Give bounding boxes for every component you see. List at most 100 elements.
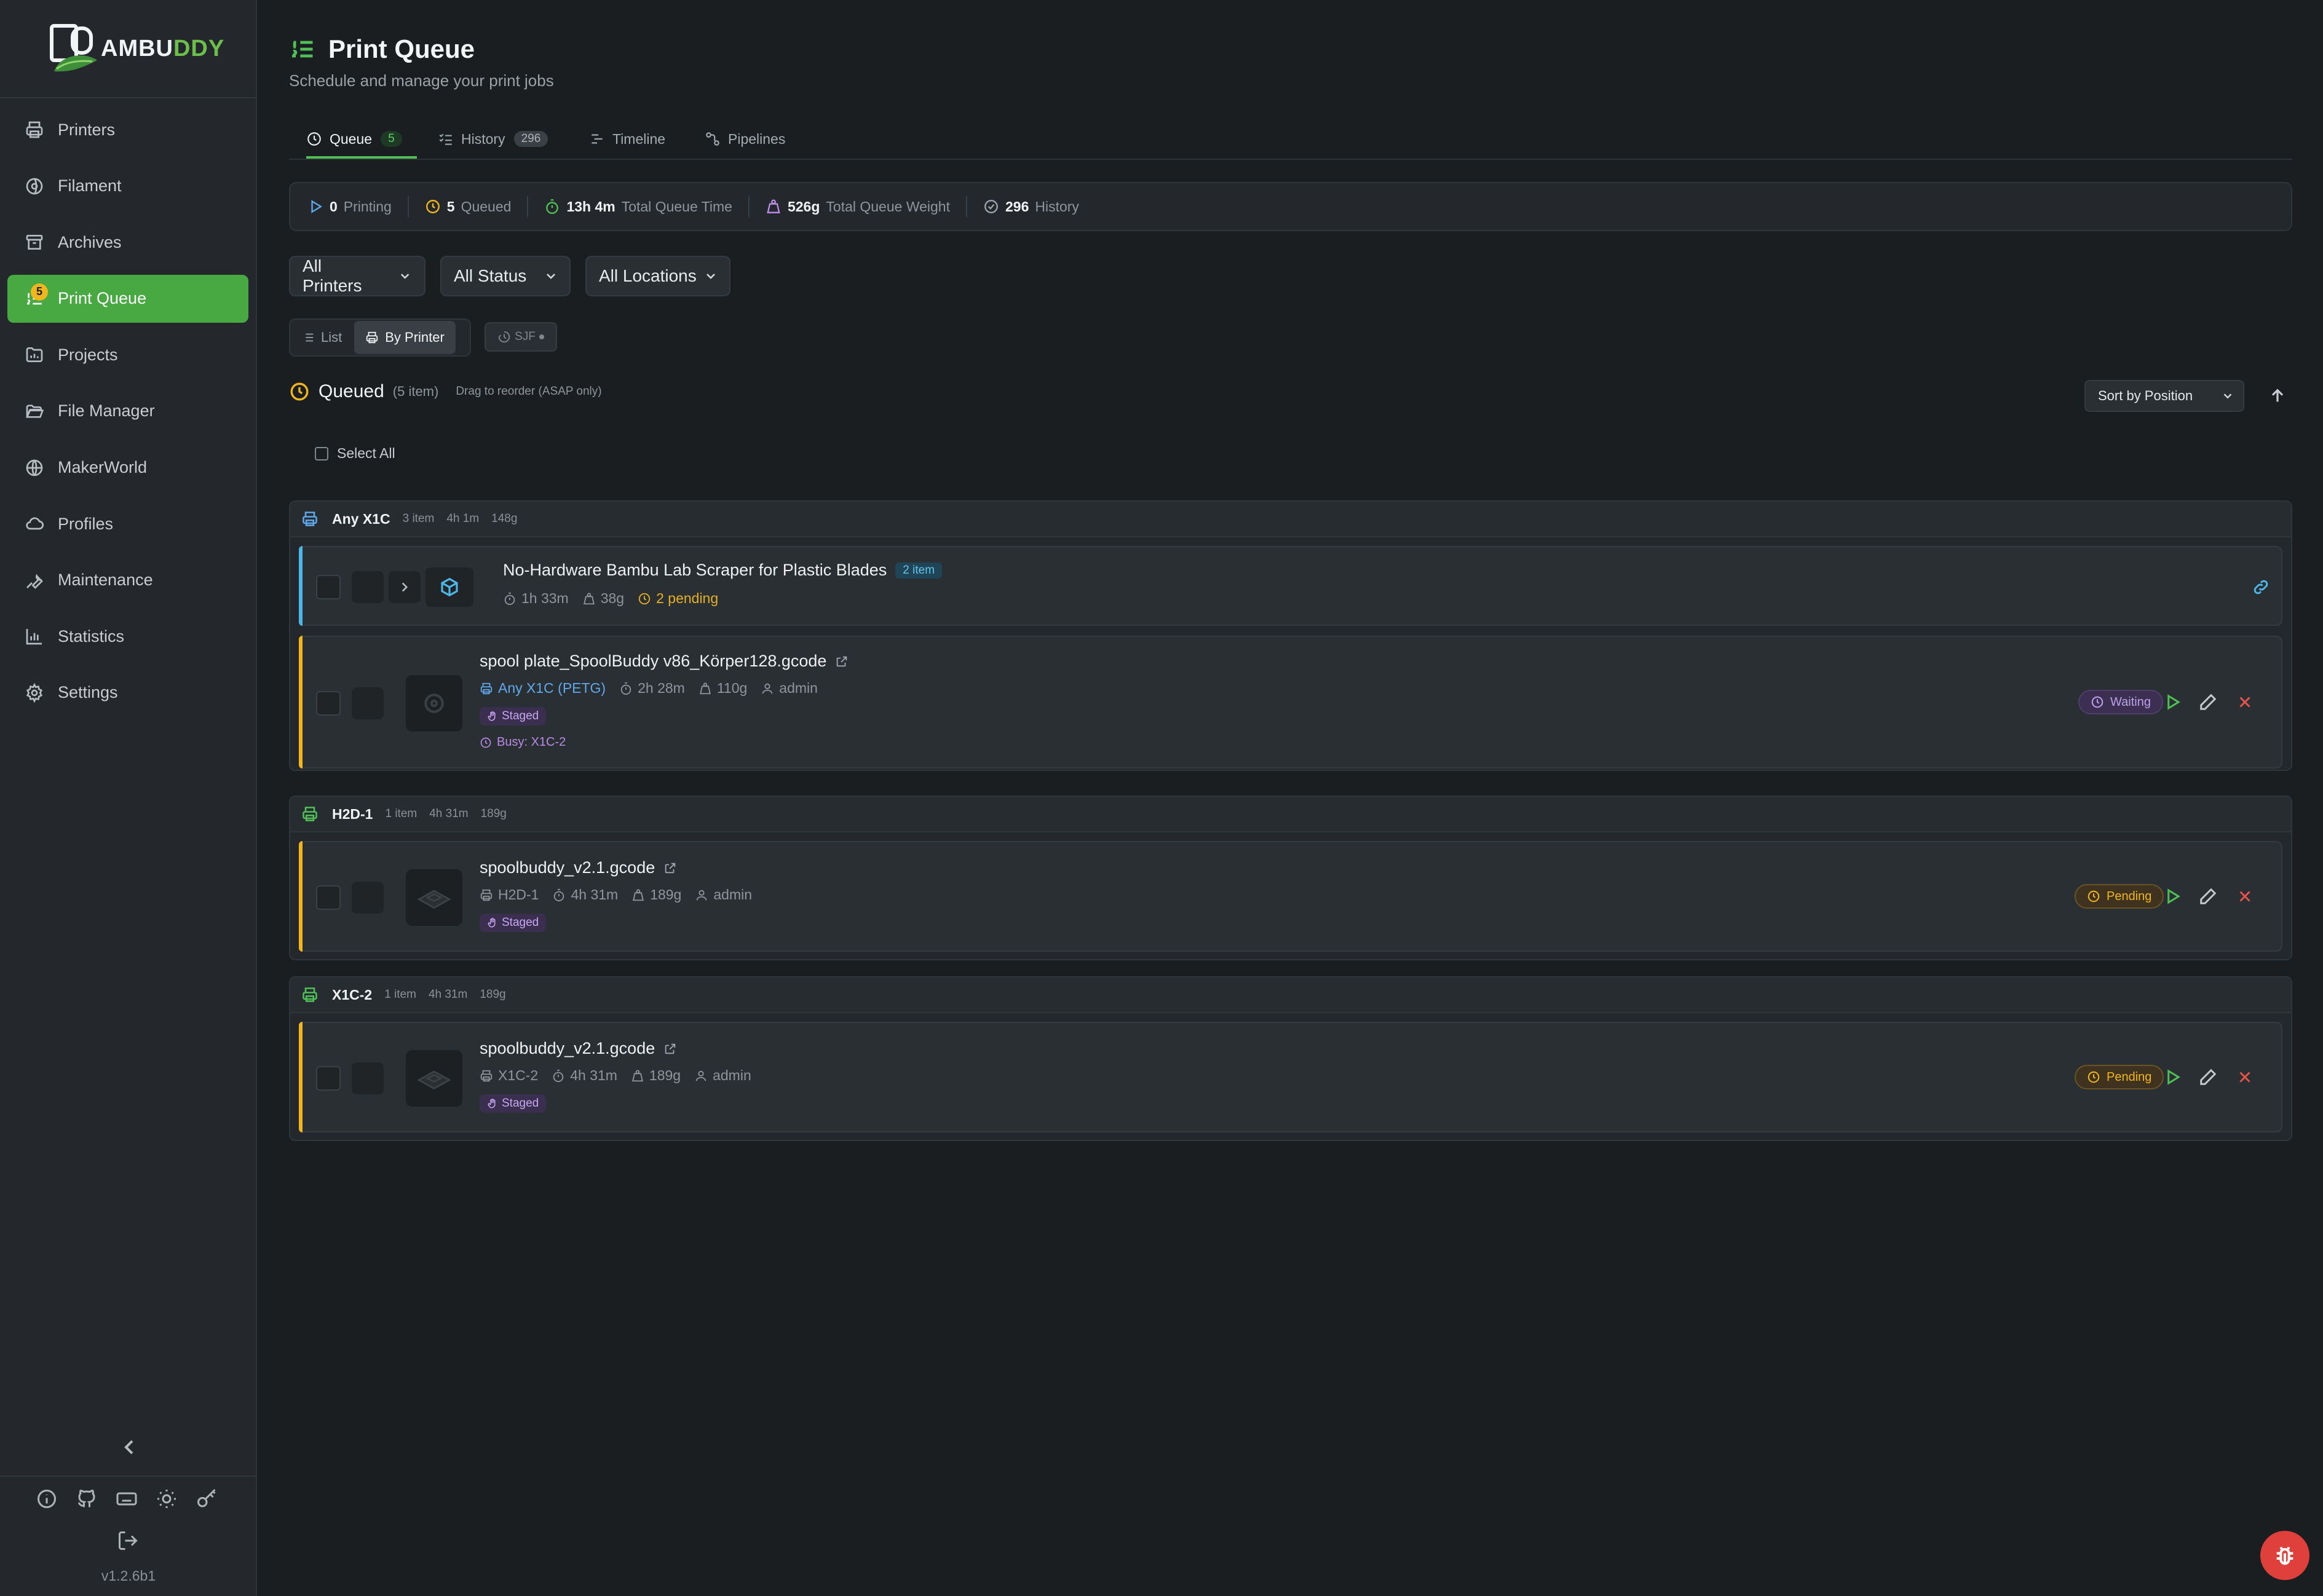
- collapse-sidebar-button[interactable]: [117, 1435, 141, 1460]
- queue-job[interactable]: spool plate_SpoolBuddy v86_Körper128.gco…: [299, 636, 2282, 768]
- tab-timeline[interactable]: Timeline: [589, 120, 665, 157]
- edit-job-button[interactable]: [2199, 693, 2217, 711]
- start-job-button[interactable]: [2163, 693, 2182, 711]
- sidebar-item-statistics[interactable]: Statistics: [7, 612, 248, 660]
- logo-text: AMBUDDY: [101, 35, 225, 61]
- external-link-icon[interactable]: [835, 655, 849, 668]
- job-checkbox[interactable]: [316, 691, 341, 716]
- list-view-button[interactable]: List: [290, 321, 353, 354]
- by-printer-view-button[interactable]: By Printer: [354, 321, 456, 354]
- user-icon: [697, 890, 707, 900]
- pencil-icon: [2200, 1069, 2217, 1085]
- queue-job-batch[interactable]: No-Hardware Bambu Lab Scraper for Plasti…: [299, 546, 2282, 626]
- clock-icon: [290, 382, 309, 401]
- sun-icon[interactable]: [156, 1488, 178, 1510]
- weight-icon: [631, 1069, 643, 1081]
- start-job-button[interactable]: [2163, 1068, 2182, 1086]
- group-item-count: 3 item: [402, 512, 435, 525]
- edit-job-button[interactable]: [2199, 887, 2217, 906]
- sidebar-item-projects[interactable]: Projects: [7, 331, 248, 379]
- drag-handle[interactable]: [352, 687, 384, 719]
- external-link-icon[interactable]: [663, 1042, 677, 1056]
- close-icon: [2239, 1072, 2250, 1083]
- staged-badge: Staged: [480, 707, 547, 725]
- stat-queued: 5 Queued: [425, 196, 529, 217]
- reorder-hint: Drag to reorder (ASAP only): [456, 385, 602, 398]
- stat-total-time: 13h 4m Total Queue Time: [544, 196, 750, 217]
- checkbox[interactable]: [315, 446, 328, 460]
- sidebar-item-print-queue[interactable]: 5 Print Queue: [7, 274, 248, 323]
- sidebar: AMBUDDY Printers Filament Archives 5 Pri…: [0, 0, 257, 1596]
- clock-icon: [307, 132, 321, 146]
- sidebar-item-filament[interactable]: Filament: [7, 162, 248, 210]
- location-filter-select[interactable]: All Locations: [585, 256, 730, 296]
- play-icon: [311, 200, 322, 213]
- sidebar-item-maintenance[interactable]: Maintenance: [7, 556, 248, 604]
- sidebar-item-label: Print Queue: [58, 289, 147, 308]
- tab-history[interactable]: History 296: [438, 120, 548, 157]
- shuffle-icon: [498, 331, 510, 343]
- queue-job[interactable]: spoolbuddy_v2.1.gcode X1C-2 4h 31m 189g …: [299, 1022, 2282, 1132]
- key-icon[interactable]: [196, 1488, 218, 1510]
- sidebar-item-label: MakerWorld: [58, 458, 148, 477]
- sidebar-item-settings[interactable]: Settings: [7, 669, 248, 717]
- info-icon[interactable]: [36, 1488, 58, 1510]
- model-thumbnail-icon: [417, 1070, 451, 1090]
- start-job-button[interactable]: [2163, 887, 2182, 906]
- select-all-checkbox[interactable]: Select All: [315, 445, 395, 462]
- report-bug-button[interactable]: [2260, 1531, 2309, 1580]
- sidebar-item-label: Filament: [58, 176, 122, 196]
- queue-job[interactable]: spoolbuddy_v2.1.gcode H2D-1 4h 31m 189g …: [299, 841, 2282, 952]
- printer-icon: [480, 682, 493, 694]
- app-logo[interactable]: AMBUDDY: [48, 21, 224, 76]
- printer-filter-select[interactable]: All Printers: [289, 256, 425, 296]
- sidebar-nav: Printers Filament Archives 5 Print Queue…: [7, 106, 248, 725]
- staged-badge: Staged: [480, 914, 547, 932]
- job-checkbox[interactable]: [316, 885, 341, 910]
- sort-direction-button[interactable]: [2268, 386, 2287, 406]
- weight-icon: [699, 682, 711, 694]
- expand-button[interactable]: [389, 571, 421, 603]
- stat-printing: 0 Printing: [307, 196, 409, 217]
- tab-queue[interactable]: Queue 5: [306, 120, 417, 159]
- drag-handle[interactable]: [352, 882, 384, 914]
- job-checkbox[interactable]: [316, 575, 341, 599]
- job-title: No-Hardware Bambu Lab Scraper for Plasti…: [503, 561, 943, 580]
- printer-icon: [26, 121, 43, 138]
- sidebar-item-label: File Manager: [58, 401, 155, 421]
- remove-job-button[interactable]: [2236, 887, 2254, 906]
- group-header: X1C-2 1 item 4h 31m 189g: [290, 978, 2291, 1013]
- logout-button[interactable]: [117, 1530, 139, 1552]
- pencil-icon: [2200, 888, 2217, 904]
- keyboard-icon[interactable]: [116, 1488, 138, 1510]
- sort-select[interactable]: Sort by Position: [2084, 380, 2244, 412]
- sidebar-item-makerworld[interactable]: MakerWorld: [7, 444, 248, 492]
- github-icon[interactable]: [76, 1488, 98, 1510]
- queue-count-badge: 5: [31, 283, 48, 301]
- edit-job-button[interactable]: [2199, 1068, 2217, 1086]
- sidebar-item-file-manager[interactable]: File Manager: [7, 387, 248, 435]
- link-batch-button[interactable]: [2252, 578, 2270, 596]
- stat-history: 296 History: [983, 196, 1095, 217]
- tab-pipelines[interactable]: Pipelines: [705, 120, 785, 157]
- page-subtitle: Schedule and manage your print jobs: [289, 71, 554, 90]
- timer-icon: [554, 888, 564, 901]
- folder-chart-icon: [26, 347, 43, 363]
- remove-job-button[interactable]: [2236, 693, 2254, 711]
- group-header: H2D-1 1 item 4h 31m 189g: [290, 797, 2291, 832]
- job-checkbox[interactable]: [316, 1066, 341, 1091]
- drag-handle[interactable]: [352, 1062, 384, 1094]
- sidebar-item-printers[interactable]: Printers: [7, 106, 248, 154]
- external-link-icon[interactable]: [663, 861, 677, 875]
- job-meta: 1h 33m 38g 2 pending: [503, 590, 732, 607]
- weight-icon: [767, 199, 780, 213]
- status-filter-select[interactable]: All Status: [440, 256, 571, 296]
- sjf-status-dot: [539, 334, 544, 339]
- drag-handle[interactable]: [352, 571, 384, 603]
- remove-job-button[interactable]: [2236, 1068, 2254, 1086]
- sidebar-divider: [0, 97, 256, 98]
- sidebar-item-archives[interactable]: Archives: [7, 218, 248, 266]
- sjf-toggle-button[interactable]: SJF: [485, 322, 557, 352]
- weight-icon: [633, 888, 644, 901]
- sidebar-item-profiles[interactable]: Profiles: [7, 500, 248, 548]
